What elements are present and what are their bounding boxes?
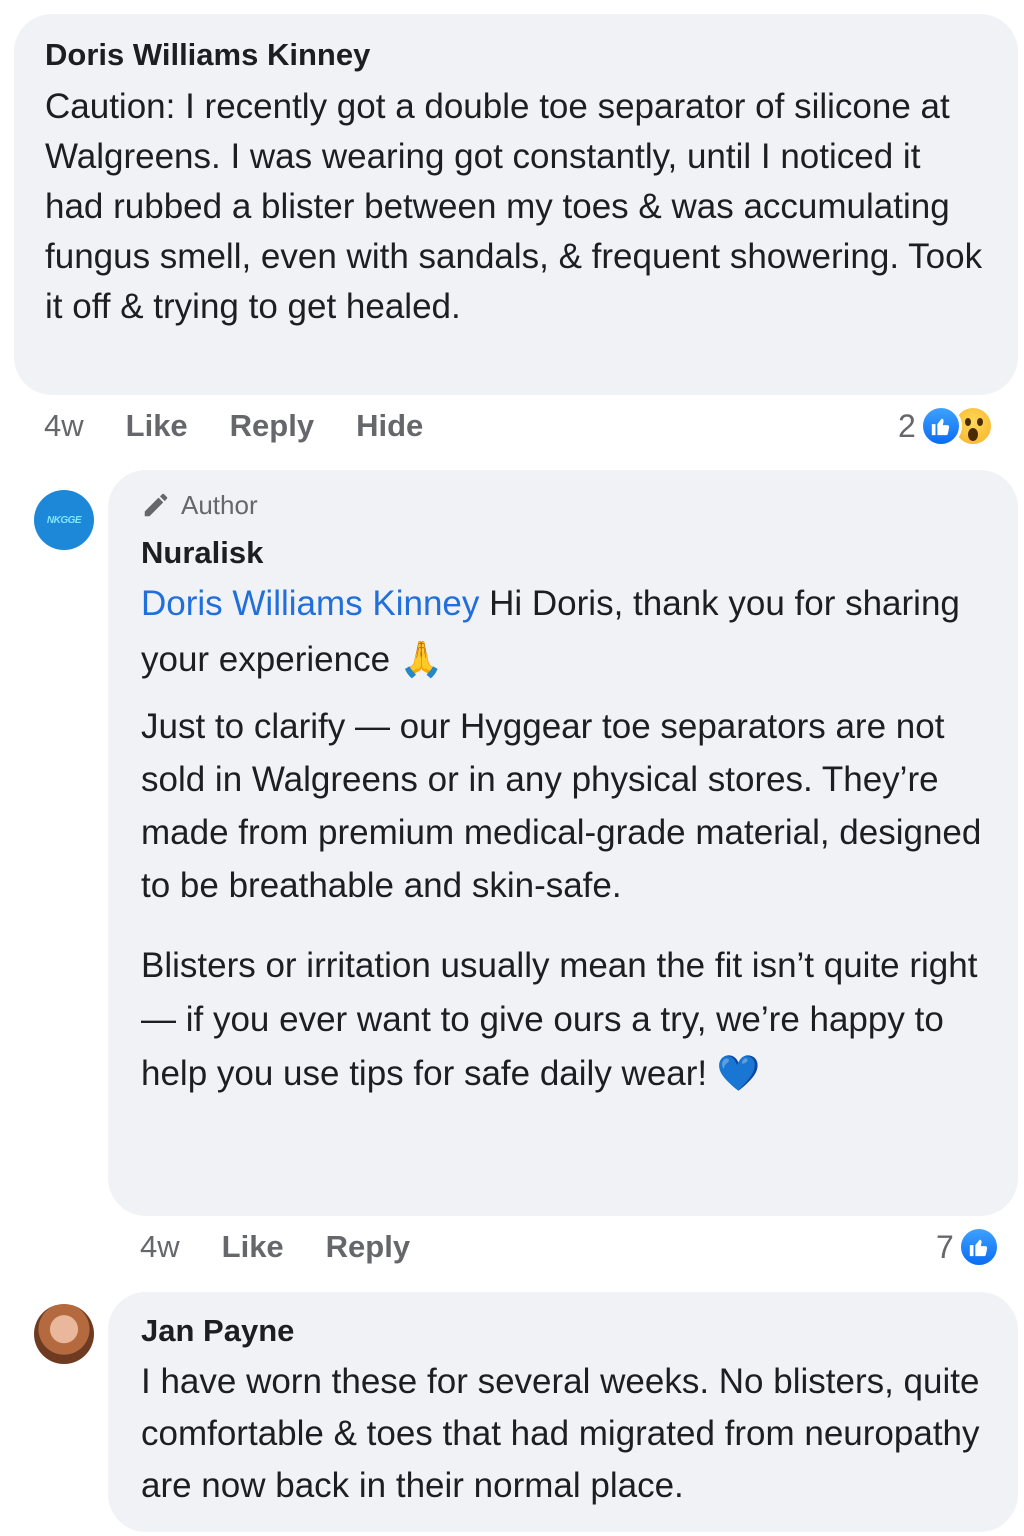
comment-bubble: Jan Payne I have worn these for several … xyxy=(108,1292,1018,1532)
comment-actions: 4w Like Reply Hide xyxy=(44,408,465,444)
reaction-count: 2 xyxy=(898,407,916,444)
reply-button[interactable]: Reply xyxy=(230,408,314,444)
author-badge: Author xyxy=(141,488,986,522)
mention-link[interactable]: Doris Williams Kinney xyxy=(141,584,479,623)
comment-text: I have worn these for several weeks. No … xyxy=(141,1362,980,1505)
author-badge-label: Author xyxy=(181,489,258,520)
avatar-logo-text: NKGGE xyxy=(46,514,82,526)
like-icon xyxy=(919,405,962,447)
reaction-summary[interactable]: 2 xyxy=(898,405,994,447)
avatar[interactable] xyxy=(34,1304,94,1364)
comment-bubble: Doris Williams Kinney Caution: I recentl… xyxy=(14,14,1018,395)
like-button[interactable]: Like xyxy=(126,408,188,444)
reply-time[interactable]: 4w xyxy=(140,1229,180,1265)
pencil-icon xyxy=(141,490,171,520)
comment-author[interactable]: Jan Payne xyxy=(141,1312,986,1350)
reply-actions: 4w Like Reply xyxy=(140,1229,452,1265)
reply-reaction-count: 7 xyxy=(936,1228,954,1265)
comment-time[interactable]: 4w xyxy=(44,408,84,444)
like-icon xyxy=(957,1226,1000,1268)
reply-bubble: Author Nuralisk Doris Williams Kinney Hi… xyxy=(108,470,1018,1216)
reply-like-button[interactable]: Like xyxy=(222,1229,284,1265)
reply-paragraph-2: Just to clarify — our Hyggear toe separa… xyxy=(141,707,982,905)
reply-paragraph-3: Blisters or irritation usually mean the … xyxy=(141,946,978,1093)
hide-button[interactable]: Hide xyxy=(356,408,423,444)
reply-author[interactable]: Nuralisk xyxy=(141,534,986,572)
avatar[interactable]: NKGGE xyxy=(34,490,94,550)
comment-text: Caution: I recently got a double toe sep… xyxy=(45,87,983,326)
comment-author[interactable]: Doris Williams Kinney xyxy=(45,36,986,74)
reply-paragraph-1: Doris Williams Kinney Hi Doris, thank yo… xyxy=(141,576,986,688)
reply-reply-button[interactable]: Reply xyxy=(326,1229,410,1265)
reply-reaction-summary[interactable]: 7 xyxy=(936,1226,1000,1268)
